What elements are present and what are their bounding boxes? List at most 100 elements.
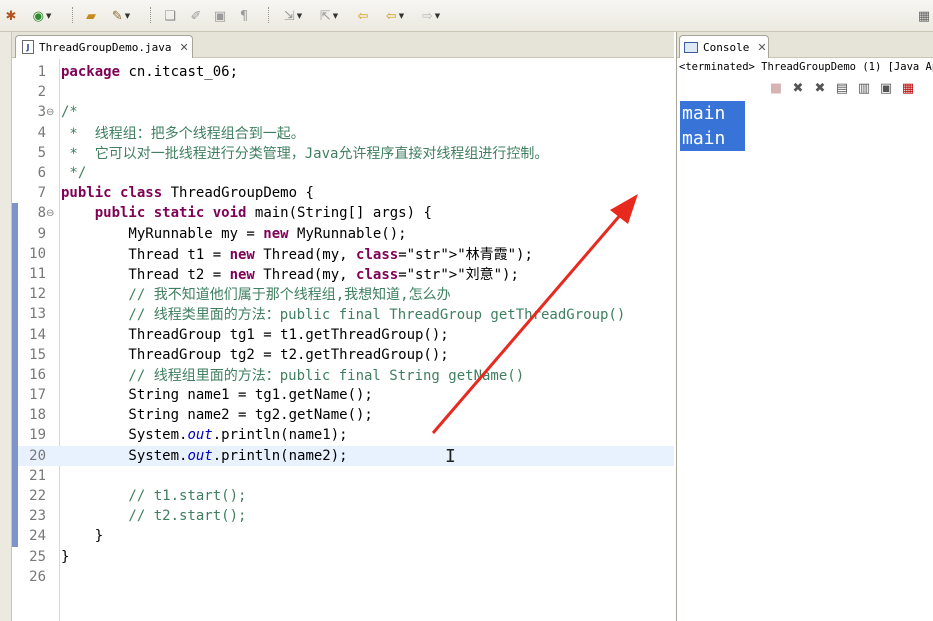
code-line[interactable]: 7 public class ThreadGroupDemo { [12, 183, 674, 203]
code-text: // t2.start(); [61, 508, 247, 525]
main-toolbar: ✱ ◉ ▼ ▰ ✎ ▼ ❏ ✐ ▣ ¶ ⇲ ▼ ⇱ ▼ ⇦ ⇦ ▼ ⇨ ▼ ▦ [0, 0, 933, 32]
code-line[interactable]: 1 package cn.itcast_06; [12, 62, 674, 82]
code-line[interactable]: 24 } [12, 526, 674, 547]
code-text: String name2 = tg2.getName(); [61, 407, 373, 424]
close-icon[interactable]: ✕ [757, 41, 766, 54]
code-line[interactable]: 8 ⊖ public static void main(String[] args… [12, 203, 674, 224]
console-toolbar: ■ ✖ ✖ ▤ ▥ ▣ ▦ [765, 78, 919, 98]
code-line[interactable]: 6 */ [12, 163, 674, 183]
code-line[interactable]: 16 // 线程组里面的方法：public final String getNa… [12, 364, 674, 385]
text-cursor-icon: I [445, 446, 456, 467]
line-number: 1 [37, 64, 46, 81]
code-line[interactable]: 12 // 我不知道他们属于那个线程组,我想知道,怎么办 [12, 284, 674, 305]
code-line[interactable]: 3 ⊖/* [12, 102, 674, 122]
console-output-line: main [680, 126, 745, 151]
change-marker [12, 263, 18, 285]
code-line[interactable]: 22 // t1.start(); [12, 485, 674, 507]
toolbar-separator [268, 7, 270, 23]
code-text: System.out.println(name2); [61, 447, 348, 464]
change-marker [12, 203, 18, 224]
code-line[interactable]: 15 ThreadGroup tg2 = t2.getThreadGroup()… [12, 344, 674, 365]
code-area[interactable]: 1 package cn.itcast_06; 2 3 ⊖/* 4 * 线程组：把多个线程… [12, 62, 674, 621]
line-number: 6 [37, 165, 46, 182]
toolbar-separator [150, 7, 152, 23]
debug-icon[interactable]: ✱ [2, 6, 20, 26]
change-marker [12, 364, 18, 385]
console-tab[interactable]: Console ✕ [679, 35, 769, 58]
code-line[interactable]: 5 * 它可以对一批线程进行分类管理，Java允许程序直接对线程组进行控制。 [12, 143, 674, 163]
change-marker [12, 243, 18, 264]
display-console-icon[interactable]: ▦ [897, 81, 919, 96]
code-text: ThreadGroup tg1 = t1.getThreadGroup(); [61, 326, 449, 343]
code-line[interactable]: 4 * 线程组：把多个线程组合到一起。 [12, 123, 674, 143]
line-number: 3 [37, 104, 46, 121]
code-text: } [61, 528, 104, 545]
code-line[interactable]: 9 MyRunnable my = new MyRunnable(); [12, 223, 674, 244]
code-text: MyRunnable my = new MyRunnable(); [61, 225, 407, 242]
remove-launch-icon[interactable]: ✖ [787, 81, 809, 96]
annotation-icon[interactable]: ❏ [160, 6, 180, 26]
console-output[interactable]: main main [680, 101, 745, 151]
open-type-icon[interactable]: ▰ [80, 6, 102, 26]
code-line[interactable]: 26 [12, 567, 674, 587]
change-marker [12, 284, 18, 305]
code-text: // t1.start(); [61, 488, 247, 505]
code-line[interactable]: 20 System.out.println(name2); [12, 445, 674, 466]
code-line[interactable]: 2 [12, 82, 674, 102]
code-line[interactable]: 11 Thread t2 = new Thread(my, class="str… [12, 263, 674, 285]
line-number: 5 [37, 144, 46, 161]
next-annotation-icon[interactable]: ⇲ ▼ [278, 6, 308, 26]
code-line[interactable]: 14 ThreadGroup tg1 = t1.getThreadGroup()… [12, 324, 674, 345]
fold-icon[interactable]: ⊖ [46, 107, 58, 118]
last-edit-icon[interactable]: ⇦ [352, 6, 374, 26]
forward-icon[interactable]: ⇨ ▼ [416, 6, 446, 26]
line-number: 26 [29, 568, 46, 585]
scroll-lock-icon[interactable]: ▥ [853, 81, 875, 96]
pencil-icon[interactable]: ✐ [186, 6, 206, 26]
code-line[interactable]: 23 // t2.start(); [12, 506, 674, 527]
code-text: // 线程组里面的方法：public final String getName(… [61, 367, 525, 384]
code-line[interactable]: 18 String name2 = tg2.getName(); [12, 405, 674, 426]
line-number: 2 [37, 84, 46, 101]
close-icon[interactable]: ✕ [179, 41, 188, 54]
clear-console-icon[interactable]: ▤ [831, 81, 853, 96]
back-icon[interactable]: ⇦ ▼ [380, 6, 410, 26]
show-whitespace-icon[interactable]: ¶ [234, 6, 254, 26]
code-line[interactable]: 19 System.out.println(name1); [12, 425, 674, 446]
code-line[interactable]: 10 Thread t1 = new Thread(my, class="str… [12, 243, 674, 264]
code-line[interactable]: 21 [12, 465, 674, 486]
change-marker [12, 506, 18, 527]
terminate-icon[interactable]: ■ [765, 81, 787, 96]
change-marker [12, 465, 18, 486]
toolbar-separator [72, 7, 74, 23]
prev-annotation-icon[interactable]: ⇱ ▼ [314, 6, 344, 26]
change-marker [12, 304, 18, 325]
code-line[interactable]: 13 // 线程类里面的方法：public final ThreadGroup … [12, 304, 674, 325]
console-view: Console ✕ <terminated> ThreadGroupDemo (… [676, 32, 933, 621]
java-file-icon: J [22, 40, 34, 54]
code-text: // 我不知道他们属于那个线程组,我想知道,怎么办 [61, 287, 451, 304]
console-tab-bar: Console ✕ [677, 32, 933, 58]
code-text: public class ThreadGroupDemo { [61, 185, 314, 202]
pin-console-icon[interactable]: ▣ [875, 81, 897, 96]
code-text: ThreadGroup tg2 = t2.getThreadGroup(); [61, 346, 449, 363]
line-number: 7 [37, 185, 46, 202]
code-line[interactable]: 17 String name1 = tg1.getName(); [12, 385, 674, 406]
code-line[interactable]: 25} [12, 547, 674, 567]
code-text: Thread t1 = new Thread(my, class="str">"… [61, 246, 533, 263]
console-tab-label: Console [703, 40, 750, 54]
change-marker [12, 485, 18, 507]
run-icon[interactable]: ◉ ▼ [28, 6, 56, 26]
code-text: package cn.itcast_06; [61, 64, 239, 81]
perspective-icon[interactable]: ▦ [915, 6, 933, 26]
code-text: * 线程组：把多个线程组合到一起。 [61, 125, 305, 142]
code-text: public static void main(String[] args) { [94, 205, 432, 222]
fold-icon[interactable]: ⊖ [46, 208, 58, 219]
left-trim [0, 32, 12, 621]
toggle-block-icon[interactable]: ▣ [210, 6, 230, 26]
remove-all-icon[interactable]: ✖ [809, 81, 831, 96]
change-marker [12, 223, 18, 244]
editor-tab[interactable]: J ThreadGroupDemo.java ✕ [15, 35, 193, 58]
java-editor: J ThreadGroupDemo.java ✕ 1 package cn.itc… [12, 32, 674, 621]
search-icon[interactable]: ✎ ▼ [106, 6, 136, 26]
